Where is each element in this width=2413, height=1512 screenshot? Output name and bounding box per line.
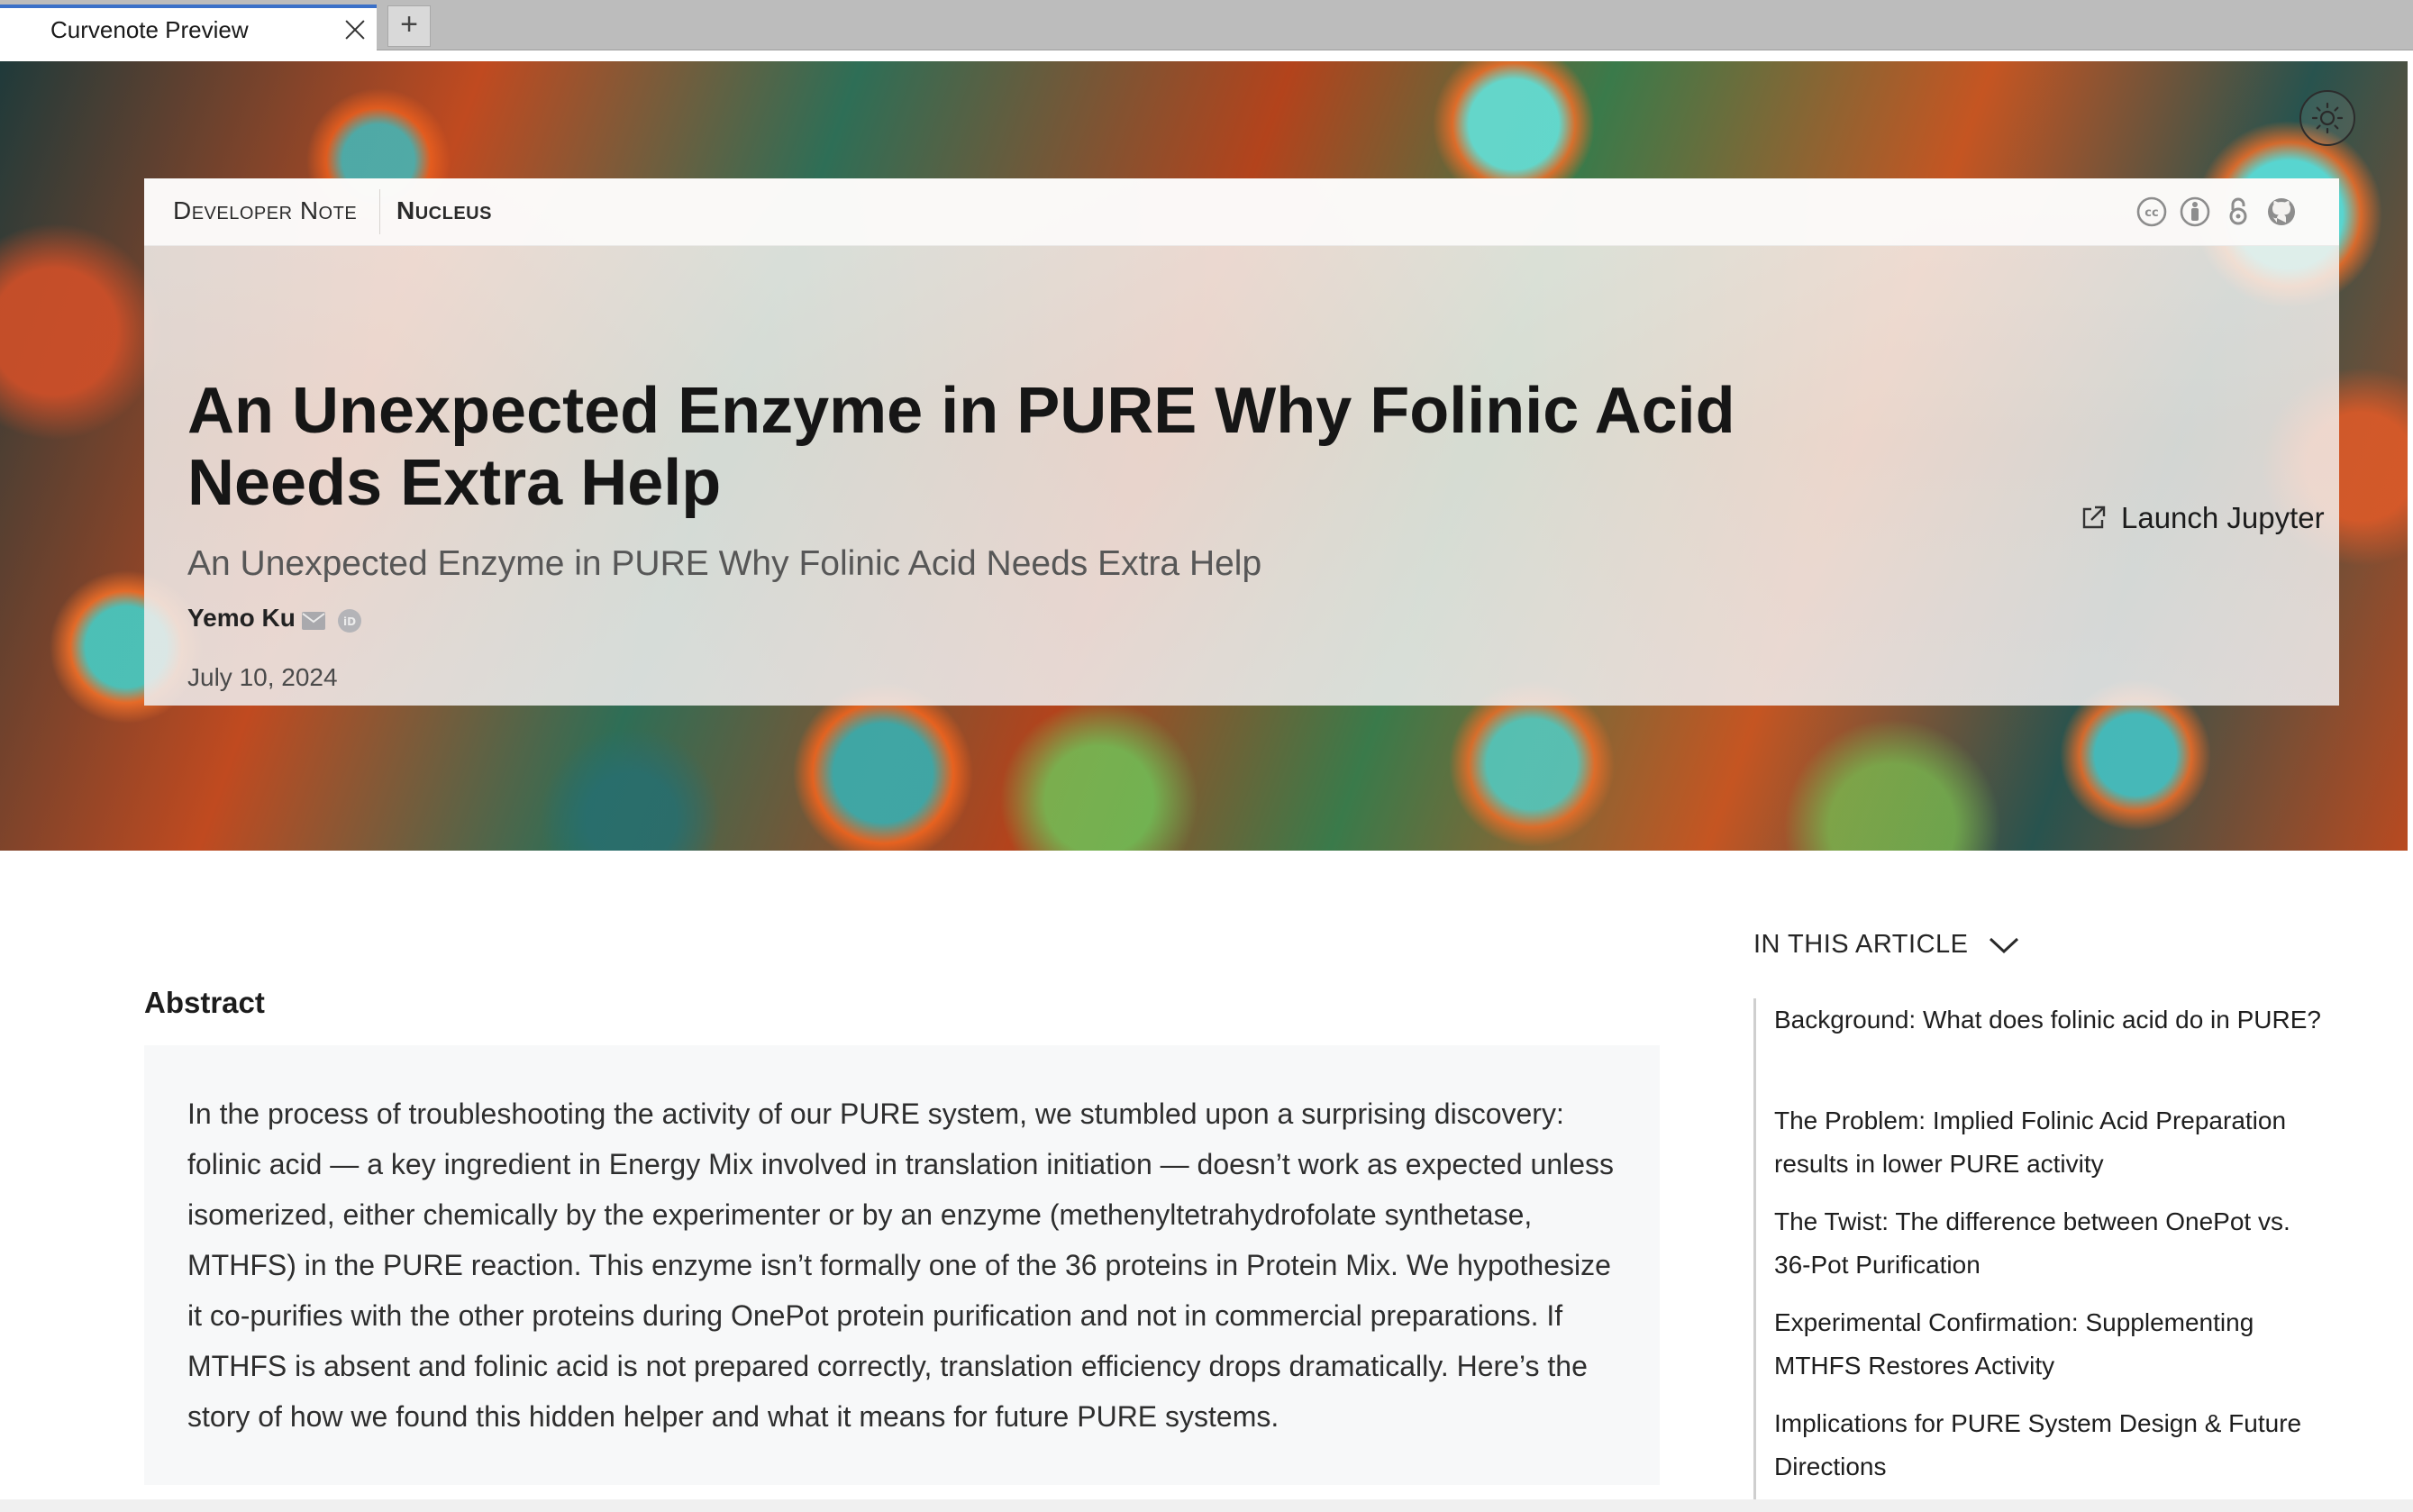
toc-item-confirmation[interactable]: Experimental Confirmation: Supplementing… <box>1774 1301 2333 1388</box>
browser-tab-title: Curvenote Preview <box>50 16 249 43</box>
external-link-icon <box>2082 506 2106 529</box>
window-bottom-edge <box>0 1499 2413 1512</box>
svg-text:cc: cc <box>2144 206 2158 220</box>
publish-date: July 10, 2024 <box>187 663 338 691</box>
launch-jupyter-label: Launch Jupyter <box>2121 501 2325 534</box>
by-icon[interactable] <box>2179 196 2211 228</box>
kicker-developer-note[interactable]: Developer Note <box>173 196 357 225</box>
toc-toggle[interactable]: IN THIS ARTICLE <box>1753 930 2019 960</box>
toc-item-twist[interactable]: The Twist: The difference between OnePot… <box>1774 1200 2333 1287</box>
abstract-heading: Abstract <box>144 986 265 1019</box>
page-subtitle: An Unexpected Enzyme in PURE Why Folinic… <box>187 544 1262 583</box>
open-access-icon[interactable] <box>2222 196 2254 228</box>
hero-card: An Unexpected Enzyme in PURE Why Folinic… <box>144 178 2339 706</box>
new-tab-button[interactable]: + <box>387 5 431 47</box>
toc-item-problem[interactable]: The Problem: Implied Folinic Acid Prepar… <box>1774 1099 2333 1186</box>
browser-tab-bar: Curvenote Preview + <box>0 0 2413 50</box>
toc-heading: IN THIS ARTICLE <box>1753 930 1969 959</box>
sun-icon <box>2311 102 2344 134</box>
chevron-down-icon <box>1989 937 2018 953</box>
mail-icon[interactable] <box>301 611 326 631</box>
theme-toggle-button[interactable] <box>2299 90 2355 146</box>
author-name[interactable]: Yemo Ku <box>187 604 296 633</box>
kicker-divider <box>379 189 380 234</box>
abstract-text: In the process of troubleshooting the ac… <box>187 1098 1615 1433</box>
kicker-nucleus[interactable]: Nucleus <box>396 196 492 225</box>
launch-jupyter-button[interactable]: Launch Jupyter <box>2080 498 2325 538</box>
toc-item-implications[interactable]: Implications for PURE System Design & Fu… <box>1774 1402 2333 1489</box>
abstract-box: In the process of troubleshooting the ac… <box>144 1045 1660 1485</box>
browser-tab[interactable]: Curvenote Preview <box>0 5 377 50</box>
close-icon[interactable] <box>344 19 366 41</box>
page-title: An Unexpected Enzyme in PURE Why Folinic… <box>187 375 1735 519</box>
toc-list: Background: What does folinic acid do in… <box>1753 998 2330 1503</box>
hero-banner: An Unexpected Enzyme in PURE Why Folinic… <box>0 61 2408 851</box>
tab-divider <box>0 50 2413 61</box>
svg-text:iD: iD <box>343 615 356 628</box>
cc-icon[interactable]: cc <box>2135 196 2168 228</box>
article-header-bar: Developer Note Nucleus cc <box>144 178 2339 246</box>
toc-item-background[interactable]: Background: What does folinic acid do in… <box>1774 998 2333 1042</box>
github-icon[interactable] <box>2265 196 2298 228</box>
orcid-icon[interactable]: iD <box>337 608 362 633</box>
